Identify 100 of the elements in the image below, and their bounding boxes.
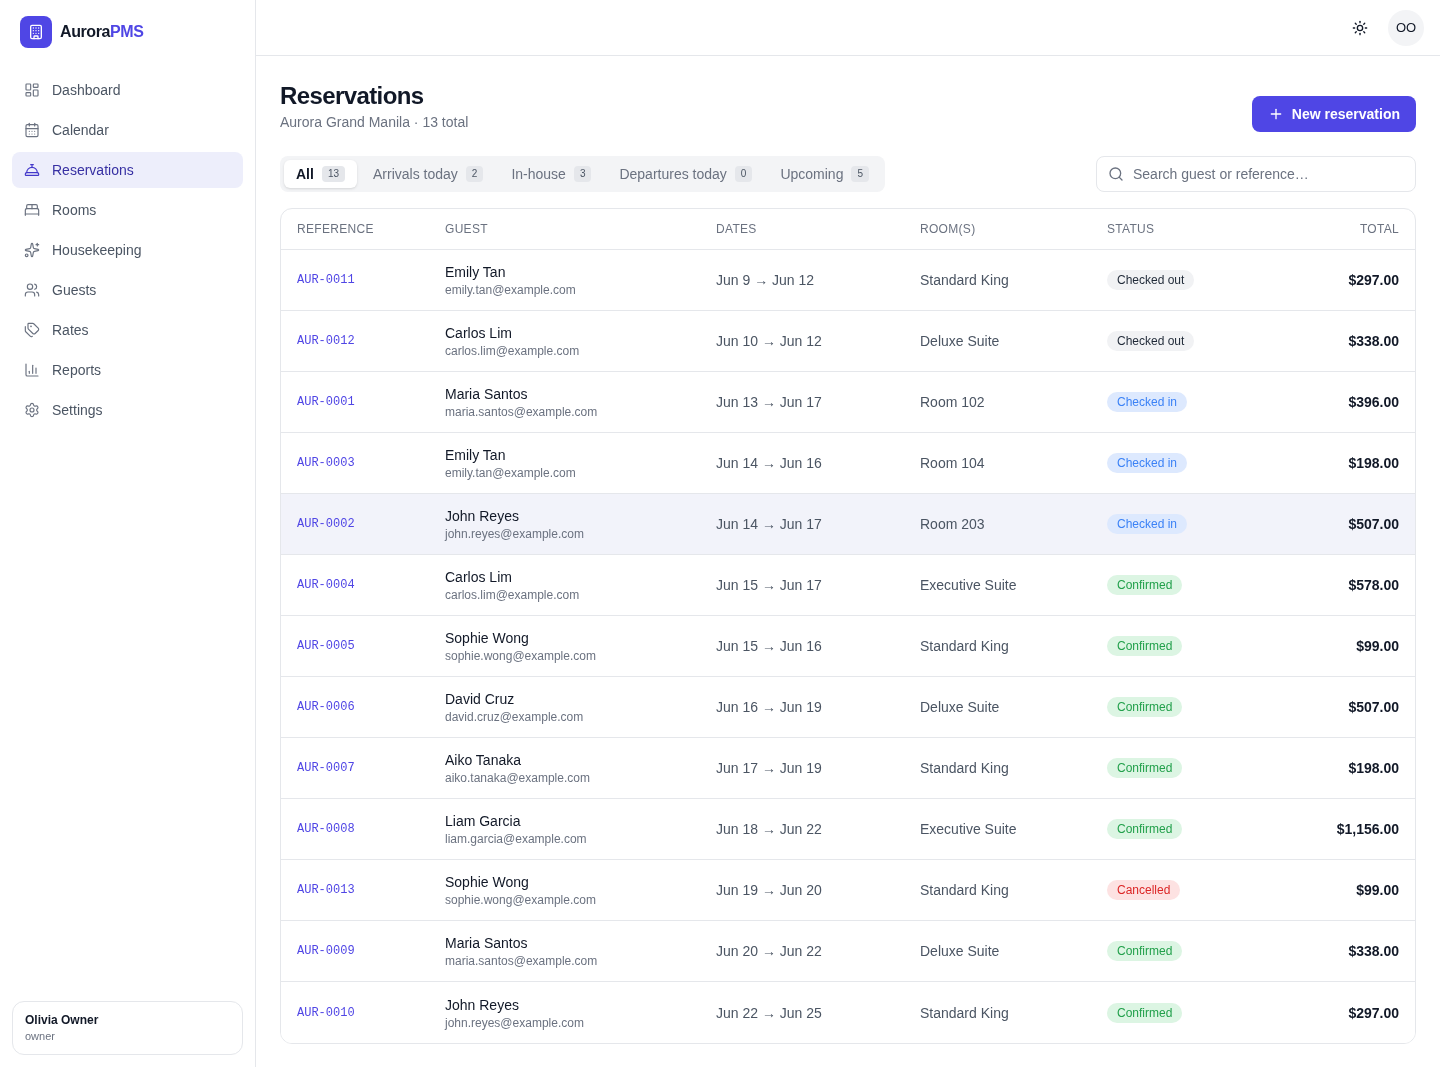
stay-dates: Jun 15 → Jun 16 (716, 637, 822, 656)
stay-dates: Jun 15 → Jun 17 (716, 576, 822, 595)
nav-item[interactable]: Housekeeping (12, 232, 243, 268)
stay-dates: Jun 17 → Jun 19 (716, 759, 822, 778)
status-badge: Confirmed (1107, 819, 1183, 839)
guest-name: John Reyes (445, 995, 519, 1015)
bed-icon (24, 202, 40, 218)
calendar-icon (24, 122, 40, 138)
stay-dates: Jun 20 → Jun 22 (716, 942, 822, 961)
total-amount: $297.00 (1348, 271, 1399, 290)
status-badge: Checked in (1107, 453, 1188, 473)
avatar[interactable]: OO (1388, 9, 1424, 46)
table-row[interactable]: AUR-0002 John Reyes john.reyes@example.com Jun 14 → Jun 17 Room 203 Checked in $507.00 (281, 494, 1415, 555)
guest-name: Emily Tan (445, 263, 506, 282)
sun-icon (1352, 19, 1368, 36)
reference-link[interactable]: AUR-0008 (297, 821, 355, 837)
stay-dates: Jun 14 → Jun 17 (716, 515, 822, 534)
room-name: Standard King (920, 271, 1009, 290)
reference-link[interactable]: AUR-0006 (297, 699, 355, 715)
reference-link[interactable]: AUR-0005 (297, 638, 355, 654)
column-header: STATUS (1107, 221, 1155, 237)
status-badge: Confirmed (1107, 697, 1183, 717)
user-role: owner (25, 1028, 56, 1044)
nav-item[interactable]: Rates (12, 312, 243, 348)
reference-link[interactable]: AUR-0010 (297, 1004, 355, 1021)
nav-item[interactable]: Reports (12, 352, 243, 388)
reference-link[interactable]: AUR-0009 (297, 943, 355, 959)
user-card[interactable]: Olivia Owner owner (12, 1000, 243, 1055)
guest-email: sophie.wong@example.com (445, 648, 596, 664)
guest-name: Aiko Tanaka (445, 751, 521, 770)
room-name: Standard King (920, 759, 1009, 778)
nav-item[interactable]: Reservations (12, 152, 243, 188)
status-badge: Checked out (1107, 331, 1195, 351)
tags-icon (24, 322, 40, 338)
new-reservation-button[interactable]: New reservation (1251, 96, 1416, 132)
guest-name: Carlos Lim (445, 568, 512, 587)
nav-item[interactable]: Rooms (12, 192, 243, 228)
guest-name: Liam Garcia (445, 812, 521, 831)
stay-dates: Jun 18 → Jun 22 (716, 820, 822, 839)
reference-link[interactable]: AUR-0007 (297, 760, 355, 776)
page-subtitle: Aurora Grand Manila · 13 total (280, 113, 469, 132)
room-name: Standard King (920, 637, 1009, 656)
column-header: DATES (716, 221, 757, 237)
nav-item[interactable]: Settings (12, 392, 243, 428)
total-amount: $507.00 (1348, 515, 1399, 534)
tab-count: 2 (465, 166, 484, 182)
reference-link[interactable]: AUR-0002 (297, 516, 355, 532)
total-amount: $198.00 (1348, 454, 1399, 473)
reference-link[interactable]: AUR-0003 (297, 455, 355, 471)
column-header: ROOM(S) (920, 221, 976, 237)
filter-tab[interactable]: All 13 (284, 160, 357, 188)
status-badge: Confirmed (1107, 636, 1183, 656)
nav-item[interactable]: Guests (12, 272, 243, 308)
nav-item[interactable]: Calendar (12, 112, 243, 148)
reference-link[interactable]: AUR-0013 (297, 882, 355, 898)
status-badge: Confirmed (1107, 1002, 1183, 1023)
status-badge: Cancelled (1107, 880, 1181, 900)
total-amount: $338.00 (1348, 942, 1399, 961)
status-badge: Confirmed (1107, 758, 1183, 778)
filter-tab[interactable]: Upcoming 5 (768, 160, 881, 188)
room-name: Room 102 (920, 393, 985, 412)
guest-email: maria.santos@example.com (445, 953, 598, 969)
room-name: Room 203 (920, 515, 985, 534)
filter-tab[interactable]: Departures today 0 (607, 160, 765, 188)
tab-count: 0 (734, 166, 753, 182)
filter-tab[interactable]: Arrivals today 2 (361, 160, 496, 188)
room-name: Deluxe Suite (920, 942, 1000, 961)
guest-name: David Cruz (445, 690, 515, 709)
reference-link[interactable]: AUR-0001 (297, 394, 355, 410)
guest-name: Carlos Lim (445, 324, 512, 343)
tab-count: 3 (573, 166, 592, 182)
reference-link[interactable]: AUR-0011 (297, 272, 355, 288)
total-amount: $198.00 (1348, 759, 1399, 778)
status-badge: Checked in (1107, 514, 1188, 534)
guest-name: Emily Tan (445, 446, 506, 465)
building-icon (20, 16, 52, 48)
guest-name: Maria Santos (445, 934, 528, 953)
reference-link[interactable]: AUR-0004 (297, 577, 355, 593)
stay-dates: Jun 13 → Jun 17 (716, 393, 822, 412)
room-name: Deluxe Suite (920, 698, 1000, 717)
stay-dates: Jun 19 → Jun 20 (716, 881, 822, 900)
nav-item[interactable]: Dashboard (12, 72, 243, 108)
reference-link[interactable]: AUR-0012 (297, 333, 355, 349)
stay-dates: Jun 9 → Jun 12 (716, 271, 815, 290)
stay-dates: Jun 14 → Jun 16 (716, 454, 822, 473)
guest-name: Sophie Wong (445, 873, 529, 892)
search-icon (1108, 166, 1124, 182)
guest-name: Sophie Wong (445, 629, 529, 648)
guest-email: liam.garcia@example.com (445, 831, 587, 847)
search-field[interactable]: Search guest or reference… (1096, 156, 1416, 192)
column-header: GUEST (445, 221, 488, 237)
guest-email: john.reyes@example.com (445, 1014, 584, 1031)
stay-dates: Jun 16 → Jun 19 (716, 698, 822, 717)
guest-name: Maria Santos (445, 385, 528, 404)
filter-tab[interactable]: In-house 3 (499, 160, 604, 188)
room-name: Executive Suite (920, 576, 1017, 595)
total-amount: $578.00 (1348, 576, 1399, 595)
guest-email: david.cruz@example.com (445, 709, 584, 725)
user-name: Olivia Owner (25, 1011, 100, 1028)
guest-email: carlos.lim@example.com (445, 343, 580, 359)
